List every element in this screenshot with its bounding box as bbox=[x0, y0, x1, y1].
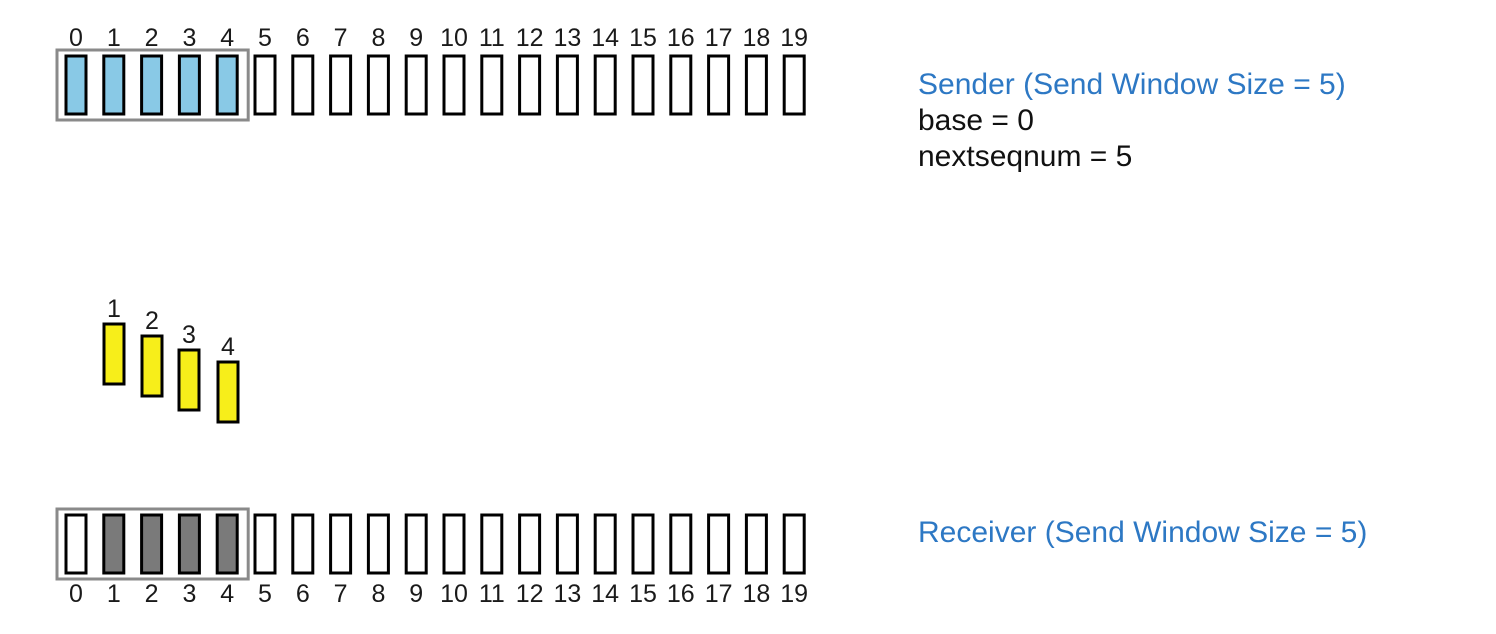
receiver-slot-label: 7 bbox=[334, 580, 348, 608]
sender-slot-label: 6 bbox=[296, 24, 310, 52]
receiver-slot-1 bbox=[102, 513, 126, 575]
sender-slot-label: 7 bbox=[334, 24, 348, 52]
receiver-slot-12 bbox=[518, 513, 542, 575]
sender-slot-label: 16 bbox=[667, 24, 695, 52]
receiver-slot-label: 18 bbox=[742, 580, 770, 608]
sender-slot-6 bbox=[291, 54, 315, 116]
sender-slot-16 bbox=[669, 54, 693, 116]
sender-slot-3 bbox=[177, 54, 201, 116]
sender-slot-label: 9 bbox=[409, 24, 423, 52]
sender-base-text: base = 0 bbox=[918, 104, 1034, 137]
packet-label: 2 bbox=[145, 307, 159, 335]
receiver-slot-19 bbox=[782, 513, 806, 575]
receiver-slot-label: 2 bbox=[145, 580, 159, 608]
sender-slot-18 bbox=[744, 54, 768, 116]
receiver-slot-label: 12 bbox=[516, 580, 544, 608]
receiver-slot-3 bbox=[177, 513, 201, 575]
receiver-slot-17 bbox=[707, 513, 731, 575]
packet-label: 1 bbox=[107, 295, 121, 323]
receiver-slot-label: 14 bbox=[591, 580, 619, 608]
sender-slot-4 bbox=[215, 54, 239, 116]
sender-slot-label: 19 bbox=[780, 24, 808, 52]
sender-slot-9 bbox=[404, 54, 428, 116]
sender-slot-label: 12 bbox=[516, 24, 544, 52]
packet-label: 3 bbox=[182, 321, 196, 349]
sender-slot-label: 15 bbox=[629, 24, 657, 52]
sender-slot-7 bbox=[329, 54, 353, 116]
sender-slot-1 bbox=[102, 54, 126, 116]
receiver-slot-16 bbox=[669, 513, 693, 575]
receiver-slot-8 bbox=[366, 513, 390, 575]
receiver-slot-11 bbox=[480, 513, 504, 575]
receiver-slot-label: 0 bbox=[69, 580, 83, 608]
sender-slot-label: 13 bbox=[553, 24, 581, 52]
packet-1 bbox=[102, 322, 126, 386]
sender-slot-14 bbox=[593, 54, 617, 116]
receiver-slot-label: 17 bbox=[705, 580, 733, 608]
receiver-slot-15 bbox=[631, 513, 655, 575]
receiver-slot-label: 8 bbox=[371, 580, 385, 608]
packet-label: 4 bbox=[221, 333, 235, 361]
receiver-slot-label: 10 bbox=[440, 580, 468, 608]
receiver-slot-13 bbox=[555, 513, 579, 575]
sender-slot-17 bbox=[707, 54, 731, 116]
receiver-slot-label: 9 bbox=[409, 580, 423, 608]
sender-slot-label: 17 bbox=[705, 24, 733, 52]
sender-slot-13 bbox=[555, 54, 579, 116]
sender-slot-2 bbox=[140, 54, 164, 116]
packet-3 bbox=[177, 348, 201, 412]
receiver-slot-4 bbox=[215, 513, 239, 575]
sender-nextseqnum-text: nextseqnum = 5 bbox=[918, 140, 1133, 173]
sender-slot-label: 8 bbox=[371, 24, 385, 52]
sender-slot-8 bbox=[366, 54, 390, 116]
sender-slot-11 bbox=[480, 54, 504, 116]
packet-2 bbox=[140, 334, 164, 398]
receiver-slot-label: 6 bbox=[296, 580, 310, 608]
receiver-slot-label: 3 bbox=[182, 580, 196, 608]
receiver-slot-label: 15 bbox=[629, 580, 657, 608]
sender-slot-12 bbox=[518, 54, 542, 116]
sender-slot-label: 2 bbox=[145, 24, 159, 52]
sender-slot-label: 5 bbox=[258, 24, 272, 52]
receiver-slot-label: 19 bbox=[780, 580, 808, 608]
receiver-sequence-row: 0 1 2 3 4 5 6 7 8 9 10 11 12 13 14 15 16 17 18 19 bbox=[55, 507, 808, 608]
receiver-slot-18 bbox=[744, 513, 768, 575]
receiver-slot-7 bbox=[329, 513, 353, 575]
sender-slot-19 bbox=[782, 54, 806, 116]
sender-slot-label: 18 bbox=[742, 24, 770, 52]
sender-slot-label: 10 bbox=[440, 24, 468, 52]
sender-slot-label: 4 bbox=[220, 24, 234, 52]
sender-slot-label: 3 bbox=[182, 24, 196, 52]
receiver-slot-label: 16 bbox=[667, 580, 695, 608]
receiver-slot-9 bbox=[404, 513, 428, 575]
receiver-slot-0 bbox=[64, 513, 88, 575]
receiver-slot-label: 1 bbox=[107, 580, 121, 608]
sender-slot-label: 1 bbox=[107, 24, 121, 52]
receiver-slot-6 bbox=[291, 513, 315, 575]
sender-slot-label: 0 bbox=[69, 24, 83, 52]
receiver-title: Receiver (Send Window Size = 5) bbox=[918, 516, 1368, 549]
in-flight-packets: 1234 bbox=[102, 295, 240, 424]
sender-slot-0 bbox=[64, 54, 88, 116]
sender-slot-10 bbox=[442, 54, 466, 116]
packet-4 bbox=[216, 360, 240, 424]
receiver-slot-label: 13 bbox=[553, 580, 581, 608]
receiver-slot-5 bbox=[253, 513, 277, 575]
receiver-slot-label: 5 bbox=[258, 580, 272, 608]
receiver-slot-14 bbox=[593, 513, 617, 575]
sender-slot-15 bbox=[631, 54, 655, 116]
sender-slot-label: 14 bbox=[591, 24, 619, 52]
sender-sequence-row: 0 1 2 3 4 5 6 7 8 9 10 11 12 13 14 15 16 17 18 19 bbox=[55, 24, 808, 122]
receiver-slot-2 bbox=[140, 513, 164, 575]
sender-slot-label: 11 bbox=[479, 24, 505, 52]
sender-slot-5 bbox=[253, 54, 277, 116]
sender-title: Sender (Send Window Size = 5) bbox=[918, 68, 1346, 101]
receiver-slot-label: 11 bbox=[479, 580, 505, 608]
receiver-slot-10 bbox=[442, 513, 466, 575]
receiver-slot-label: 4 bbox=[220, 580, 234, 608]
